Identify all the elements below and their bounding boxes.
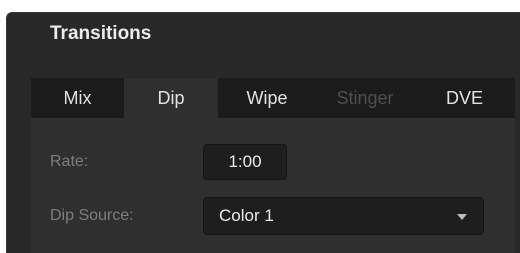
- dip-source-value: Color 1: [219, 206, 274, 225]
- tab-mix[interactable]: Mix: [31, 78, 124, 118]
- tab-dip[interactable]: Dip: [124, 78, 218, 118]
- tab-dve[interactable]: DVE: [414, 78, 515, 118]
- dip-source-label: Dip Source:: [50, 207, 134, 224]
- panel-title: Transitions: [50, 23, 152, 44]
- tab-wipe[interactable]: Wipe: [218, 78, 316, 118]
- rate-field[interactable]: 1:00: [203, 144, 287, 180]
- dip-source-select[interactable]: Color 1: [203, 197, 484, 235]
- rate-label: Rate:: [50, 153, 89, 170]
- tab-stinger: Stinger: [336, 87, 394, 108]
- chevron-down-icon: [457, 214, 467, 220]
- transition-tabs: Mix Dip Wipe Stinger DVE: [31, 78, 515, 118]
